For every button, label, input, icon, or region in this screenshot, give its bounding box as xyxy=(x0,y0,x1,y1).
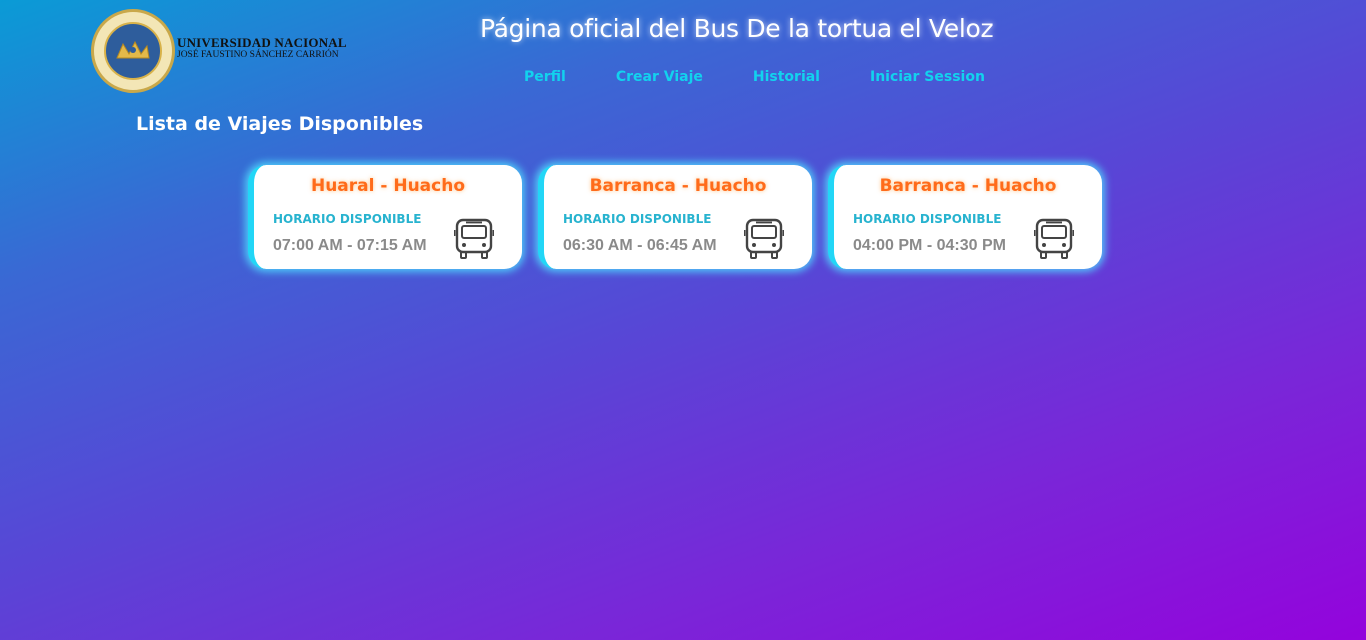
university-logo: UNIVERSIDAD NACIONAL JOSÉ FAUSTINO SÁNCH… xyxy=(91,9,347,93)
main-nav: Perfil Crear Viaje Historial Iniciar Ses… xyxy=(524,69,1035,85)
schedule-time: 07:00 AM - 07:15 AM xyxy=(273,237,427,254)
nav-link-crear-viaje[interactable]: Crear Viaje xyxy=(616,69,703,85)
trip-card[interactable]: Barranca - Huacho HORARIO DISPONIBLE 04:… xyxy=(828,165,1102,269)
page-title: Página oficial del Bus De la tortua el V… xyxy=(480,14,994,43)
trip-route: Huaral - Huacho xyxy=(310,176,466,196)
schedule-label: HORARIO DISPONIBLE xyxy=(853,212,1002,226)
trip-route: Barranca - Huacho xyxy=(589,176,767,196)
trip-route: Barranca - Huacho xyxy=(879,176,1057,196)
university-seal-icon xyxy=(91,9,175,93)
bus-icon xyxy=(454,218,494,259)
schedule-label: HORARIO DISPONIBLE xyxy=(563,212,712,226)
bus-icon xyxy=(1034,218,1074,259)
university-name: UNIVERSIDAD NACIONAL JOSÉ FAUSTINO SÁNCH… xyxy=(177,34,347,61)
nav-link-historial[interactable]: Historial xyxy=(753,69,820,85)
bus-icon xyxy=(744,218,784,259)
schedule-time: 04:00 PM - 04:30 PM xyxy=(853,237,1006,254)
trip-list: Huaral - Huacho HORARIO DISPONIBLE 07:00… xyxy=(248,165,1118,269)
university-name-line2: JOSÉ FAUSTINO SÁNCHEZ CARRIÓN xyxy=(177,49,339,60)
trip-card[interactable]: Barranca - Huacho HORARIO DISPONIBLE 06:… xyxy=(538,165,812,269)
section-title: Lista de Viajes Disponibles xyxy=(136,113,424,135)
university-name-line1: UNIVERSIDAD NACIONAL xyxy=(177,34,347,50)
nav-link-iniciar-session[interactable]: Iniciar Session xyxy=(870,69,985,85)
nav-link-perfil[interactable]: Perfil xyxy=(524,69,566,85)
schedule-time: 06:30 AM - 06:45 AM xyxy=(563,237,717,254)
schedule-label: HORARIO DISPONIBLE xyxy=(273,212,422,226)
trip-card[interactable]: Huaral - Huacho HORARIO DISPONIBLE 07:00… xyxy=(248,165,522,269)
